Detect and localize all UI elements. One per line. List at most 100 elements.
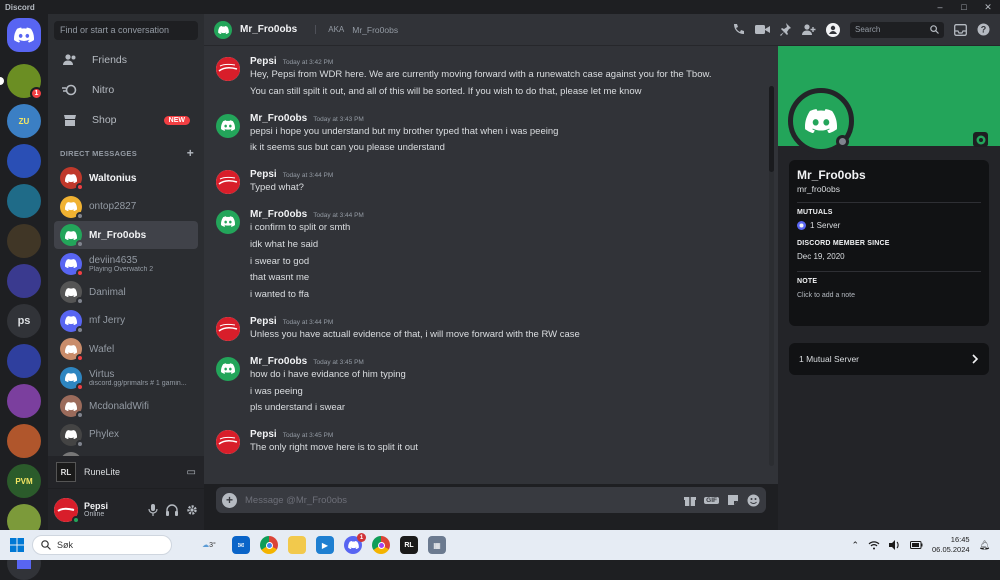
discord-avatar-icon xyxy=(65,373,77,382)
weather-widget[interactable]: ☁ 3° xyxy=(196,536,222,554)
tray-chevron-up-icon[interactable]: ⌃ xyxy=(851,540,859,551)
profile-badge-icon[interactable] xyxy=(973,132,988,147)
server-icon[interactable] xyxy=(7,384,41,418)
dm-item[interactable]: McdonaldWifi xyxy=(54,392,198,420)
message-author[interactable]: Pepsi xyxy=(250,169,277,180)
wifi-icon[interactable] xyxy=(868,540,880,550)
taskbar-search[interactable]: Søk xyxy=(32,535,172,555)
gift-icon[interactable] xyxy=(684,494,697,506)
user-profile-toggle-icon[interactable] xyxy=(826,22,840,37)
minimize-button[interactable]: – xyxy=(928,0,952,14)
server-icon[interactable] xyxy=(7,344,41,378)
add-friend-to-dm-icon[interactable] xyxy=(802,23,816,36)
mutual-servers-button[interactable]: 1 Mutual Server xyxy=(789,343,989,375)
mutuals-value[interactable]: 1 Server xyxy=(797,221,981,230)
chrome-app-icon[interactable] xyxy=(260,536,278,554)
user-panel: Pepsi Online xyxy=(48,488,204,530)
message-avatar[interactable] xyxy=(216,356,240,381)
dm-item[interactable]: Virtus discord.gg/primalrs # 1 gamin... xyxy=(54,364,198,392)
activity-bar[interactable]: RL RuneLite ▭ xyxy=(48,456,204,488)
message-author[interactable]: Mr_Fro0obs xyxy=(250,113,307,124)
dm-item[interactable]: Waltonius xyxy=(54,164,198,192)
nav-friends[interactable]: Friends xyxy=(54,46,198,74)
message-group[interactable]: Pepsi Today at 3:44 PM Typed what? xyxy=(204,159,778,199)
battery-icon[interactable] xyxy=(910,541,923,549)
runelite-taskbar-icon[interactable]: RL xyxy=(400,536,418,554)
volume-icon[interactable] xyxy=(889,540,901,550)
gif-button[interactable]: GIF xyxy=(704,496,719,504)
message-input[interactable] xyxy=(245,494,677,506)
dm-item[interactable]: deviin4635 Playing Overwatch 2 xyxy=(54,250,198,278)
message-group[interactable]: Pepsi Today at 3:42 PM Hey, Pepsi from WDR… xyxy=(204,46,778,103)
server-icon[interactable] xyxy=(7,424,41,458)
find-conversation-button[interactable]: Find or start a conversation xyxy=(54,21,198,40)
mail-app-icon[interactable]: ✉ xyxy=(232,536,250,554)
message-avatar[interactable] xyxy=(216,170,240,195)
voice-call-icon[interactable] xyxy=(732,23,745,36)
nav-shop[interactable]: Shop NEW xyxy=(54,106,198,134)
pin-icon[interactable] xyxy=(780,23,792,36)
headphones-icon[interactable] xyxy=(166,503,178,516)
dm-item[interactable]: Wafel xyxy=(54,335,198,363)
scrollbar-thumb[interactable] xyxy=(769,86,774,172)
dm-item[interactable]: mf Jerry xyxy=(54,307,198,335)
chat-recipient-name[interactable]: Mr_Fro0obs xyxy=(240,24,297,35)
message-group[interactable]: Pepsi Today at 3:44 PM Unless you have act… xyxy=(204,306,778,346)
header-search-input[interactable]: Search xyxy=(850,21,944,38)
message-avatar[interactable] xyxy=(216,209,240,234)
server-icon[interactable] xyxy=(7,184,41,218)
sticker-icon[interactable] xyxy=(727,494,739,506)
message-avatar[interactable] xyxy=(216,430,240,455)
server-icon[interactable]: PVM xyxy=(7,464,41,498)
message-author[interactable]: Pepsi xyxy=(250,316,277,327)
video-call-icon[interactable] xyxy=(755,24,770,35)
screen-share-icon[interactable]: ▭ xyxy=(187,467,196,478)
profile-info-card: Mr_Fro0obs mr_fro0obs MUTUALS 1 Server D… xyxy=(789,160,989,326)
maximize-button[interactable]: □ xyxy=(952,0,976,14)
file-explorer-icon[interactable] xyxy=(288,536,306,554)
dm-item[interactable]: Phylex xyxy=(54,421,198,449)
close-button[interactable]: ✕ xyxy=(976,0,1000,14)
message-group[interactable]: Mr_Fro0obs Today at 3:44 PM i confirm to s… xyxy=(204,199,778,306)
message-group[interactable]: Mr_Fro0obs Today at 3:43 PM pepsi i hope y… xyxy=(204,103,778,160)
message-list[interactable]: Pepsi Today at 3:42 PM Hey, Pepsi from WDR… xyxy=(204,46,778,484)
nav-nitro[interactable]: Nitro xyxy=(54,76,198,104)
notifications-bell-icon[interactable]: 🔔︎ xyxy=(979,540,990,551)
server-icon[interactable] xyxy=(7,144,41,178)
message-author[interactable]: Mr_Fro0obs xyxy=(250,356,307,367)
message-author[interactable]: Mr_Fro0obs xyxy=(250,209,307,220)
inbox-icon[interactable] xyxy=(954,23,967,36)
dm-item[interactable]: Mr_Fro0obs xyxy=(54,221,198,249)
help-icon[interactable]: ? xyxy=(977,23,990,36)
server-icon[interactable]: ZU xyxy=(7,104,41,138)
message-avatar[interactable] xyxy=(216,316,240,341)
profile-avatar[interactable] xyxy=(788,88,854,154)
note-input[interactable]: Click to add a note xyxy=(797,292,981,299)
dm-item[interactable]: Danimal xyxy=(54,278,198,306)
server-icon[interactable] xyxy=(7,264,41,298)
chrome-profile-icon[interactable] xyxy=(372,536,390,554)
create-dm-plus-icon[interactable]: + xyxy=(187,146,194,160)
settings-gear-icon[interactable] xyxy=(186,504,198,516)
discord-home-button[interactable] xyxy=(7,18,41,52)
server-icon[interactable]: 1 xyxy=(0,64,43,100)
message-text: how do i have evidance of him typing xyxy=(250,368,406,380)
media-app-icon[interactable]: ▶ xyxy=(316,536,334,554)
user-avatar[interactable] xyxy=(54,497,80,524)
taskbar-clock[interactable]: 16:45 06.05.2024 xyxy=(932,535,970,555)
message-author[interactable]: Pepsi xyxy=(250,56,277,67)
server-icon[interactable]: ps xyxy=(7,304,41,338)
message-author[interactable]: Pepsi xyxy=(250,429,277,440)
microphone-icon[interactable] xyxy=(148,503,158,516)
discord-taskbar-icon[interactable]: 1 xyxy=(344,533,366,554)
message-avatar[interactable] xyxy=(216,113,240,138)
attach-plus-icon[interactable]: + xyxy=(222,492,237,508)
message-group[interactable]: Mr_Fro0obs Today at 3:45 PM how do i have … xyxy=(204,346,778,419)
calculator-icon[interactable]: ▦ xyxy=(428,536,446,554)
message-avatar[interactable] xyxy=(216,57,240,81)
emoji-icon[interactable] xyxy=(747,494,760,507)
server-icon[interactable] xyxy=(7,224,41,258)
dm-item[interactable]: ontop2827 xyxy=(54,193,198,221)
message-group[interactable]: Pepsi Today at 3:45 PM The only right move… xyxy=(204,419,778,459)
windows-start-icon[interactable] xyxy=(10,538,24,552)
